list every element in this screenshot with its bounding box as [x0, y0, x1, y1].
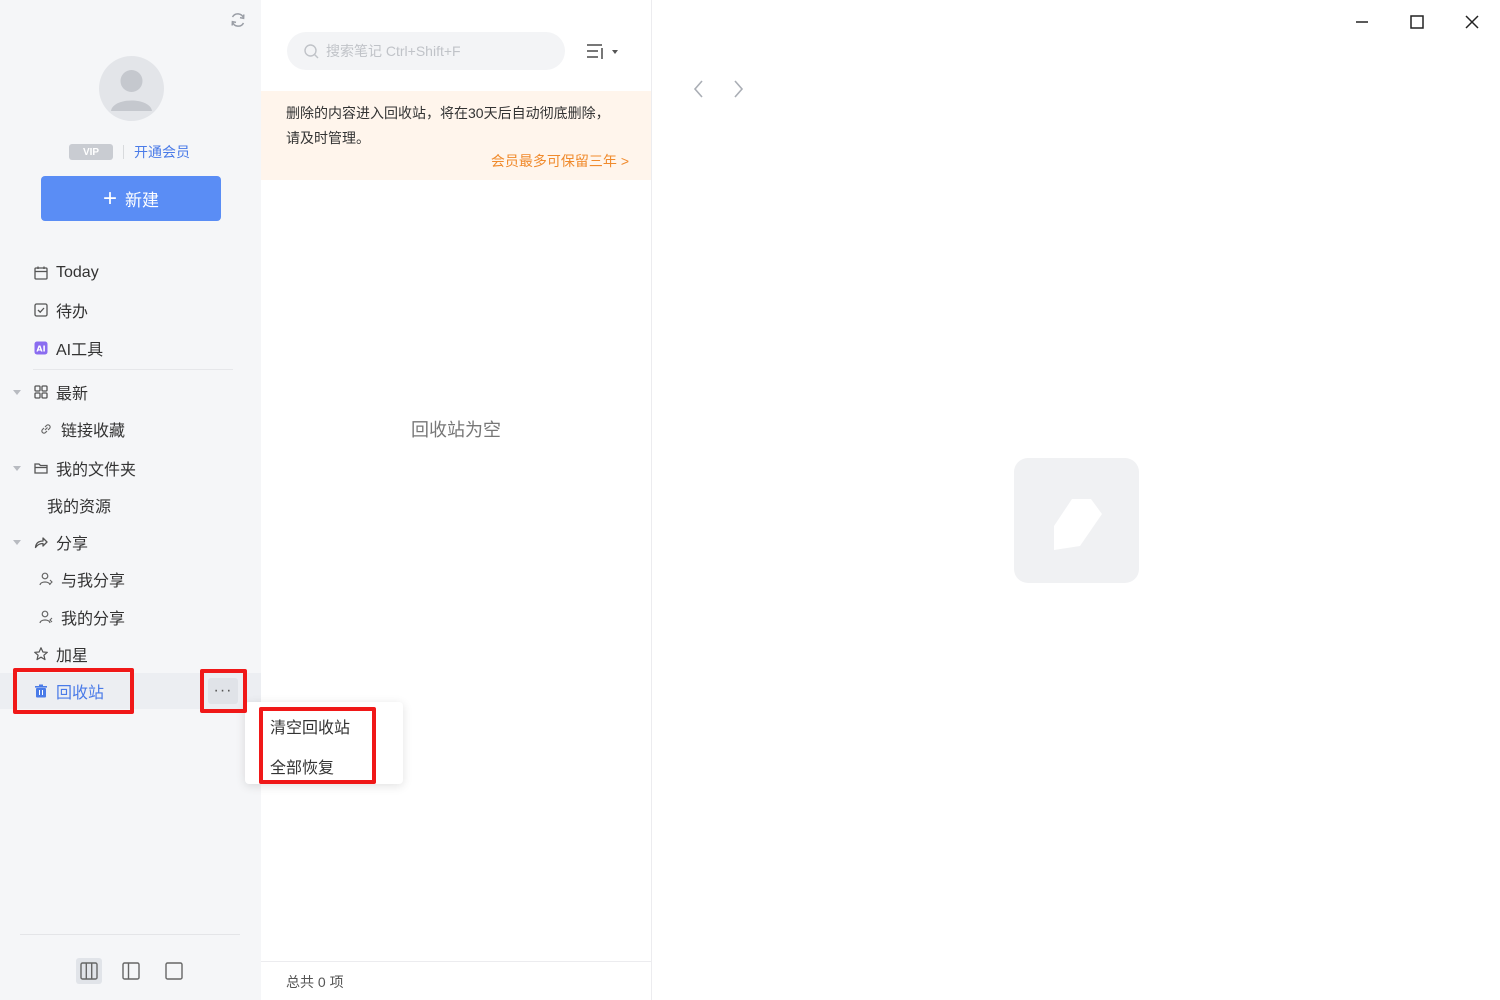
- back-arrow-icon[interactable]: [688, 78, 710, 100]
- vip-row: VIP 开通会员: [69, 142, 190, 162]
- share-icon: [34, 537, 48, 549]
- sidebar-item-label: Today: [56, 264, 99, 281]
- svg-text:AI: AI: [36, 345, 45, 354]
- search-icon: [304, 43, 319, 58]
- two-column-view-button[interactable]: [118, 958, 144, 984]
- sidebar-bottom-divider: [20, 934, 240, 935]
- sidebar-item-recent[interactable]: 最新: [0, 374, 261, 410]
- single-column-view-button[interactable]: [161, 958, 187, 984]
- sidebar-item-label: AI工具: [56, 342, 104, 359]
- app-window: VIP 开通会员 + 新建 Today 待办 AI AI工具 最新 链接收藏 我…: [0, 0, 1500, 1000]
- sort-icon: [587, 44, 618, 59]
- two-column-icon: [122, 962, 140, 980]
- sidebar-item-label: 我的资源: [47, 499, 112, 516]
- sidebar: VIP 开通会员 + 新建 Today 待办 AI AI工具 最新 链接收藏 我…: [0, 0, 261, 1000]
- sidebar-item-my-shares[interactable]: 我的分享: [0, 599, 261, 635]
- sidebar-item-starred[interactable]: 加星: [0, 636, 261, 672]
- item-count: 总共 0 项: [286, 974, 344, 990]
- checkbox-icon: [34, 303, 48, 317]
- notice-link-label: 会员最多可保留三年: [490, 153, 617, 169]
- search-input[interactable]: 搜索笔记 Ctrl+Shift+F: [287, 32, 565, 70]
- link-icon: [41, 424, 51, 434]
- star-icon: [34, 647, 48, 661]
- empty-recycle-bin-item[interactable]: 清空回收站: [270, 714, 350, 738]
- vip-separator: [123, 145, 124, 159]
- close-icon[interactable]: [1460, 10, 1484, 34]
- three-column-view-button[interactable]: [76, 958, 102, 984]
- sidebar-item-link-collection[interactable]: 链接收藏: [0, 411, 261, 447]
- recycle-bin-context-menu: 清空回收站 全部恢复: [245, 702, 403, 784]
- plus-icon: +: [102, 184, 117, 212]
- empty-editor-placeholder: [1014, 458, 1139, 583]
- trash-icon: [35, 684, 47, 698]
- sidebar-item-shared-with-me[interactable]: 与我分享: [0, 561, 261, 597]
- new-button-label: 新建: [125, 191, 159, 210]
- more-options-button[interactable]: ···: [208, 678, 238, 704]
- notice-text: 删除的内容进入回收站，将在30天后自动彻底删除，请及时管理。: [286, 105, 610, 146]
- caret-down-icon[interactable]: [13, 539, 21, 545]
- avatar[interactable]: [99, 56, 164, 121]
- sidebar-item-label: 加星: [56, 648, 89, 665]
- sidebar-item-todo[interactable]: 待办: [0, 292, 261, 328]
- caret-down-icon[interactable]: [13, 389, 21, 395]
- sidebar-item-label: 与我分享: [61, 573, 126, 590]
- open-membership-link[interactable]: 开通会员: [134, 142, 190, 162]
- calendar-icon: [34, 266, 48, 280]
- minimize-icon[interactable]: [1350, 10, 1374, 34]
- caret-down-icon[interactable]: [13, 465, 21, 471]
- user-icon: [39, 610, 53, 624]
- list-footer-divider: [261, 961, 651, 962]
- pencil-icon: [1053, 498, 1102, 550]
- sync-icon[interactable]: [229, 11, 247, 29]
- sidebar-item-today[interactable]: Today: [0, 255, 261, 291]
- sidebar-item-label: 链接收藏: [61, 423, 126, 440]
- sidebar-item-my-resources[interactable]: 我的资源: [0, 487, 261, 523]
- search-placeholder: 搜索笔记 Ctrl+Shift+F: [326, 43, 461, 59]
- avatar-icon: [111, 70, 152, 111]
- sidebar-item-ai-tools[interactable]: AI AI工具: [0, 330, 261, 366]
- sidebar-divider: [33, 369, 233, 370]
- new-button[interactable]: + 新建: [41, 176, 221, 221]
- ai-icon: AI: [34, 341, 48, 355]
- grid-icon: [34, 385, 48, 399]
- folder-icon: [34, 463, 48, 474]
- membership-retention-link[interactable]: 会员最多可保留三年 >: [491, 149, 629, 174]
- single-column-icon: [165, 962, 183, 980]
- recycle-bin-notice: 删除的内容进入回收站，将在30天后自动彻底删除，请及时管理。 会员最多可保留三年…: [261, 91, 651, 180]
- empty-state-text: 回收站为空: [411, 420, 501, 440]
- sidebar-item-label: 我的文件夹: [56, 462, 137, 479]
- sidebar-item-my-folder[interactable]: 我的文件夹: [0, 450, 261, 486]
- sidebar-item-share[interactable]: 分享: [0, 524, 261, 560]
- sidebar-item-label: 分享: [56, 536, 89, 553]
- sidebar-item-label: 我的分享: [61, 611, 126, 628]
- forward-arrow-icon[interactable]: [727, 78, 749, 100]
- three-column-icon: [80, 962, 98, 980]
- sort-button[interactable]: [585, 40, 623, 64]
- restore-all-item[interactable]: 全部恢复: [270, 754, 334, 778]
- sidebar-item-label: 最新: [56, 386, 89, 403]
- user-icon: [39, 572, 53, 586]
- maximize-icon[interactable]: [1405, 10, 1429, 34]
- sidebar-item-label: 回收站: [56, 685, 105, 702]
- note-list-pane: 搜索笔记 Ctrl+Shift+F 删除的内容进入回收站，将在30天后自动彻底删…: [261, 0, 652, 1000]
- vip-badge: VIP: [69, 144, 113, 160]
- chevron-right-icon: >: [620, 153, 629, 169]
- sidebar-item-label: 待办: [56, 304, 89, 321]
